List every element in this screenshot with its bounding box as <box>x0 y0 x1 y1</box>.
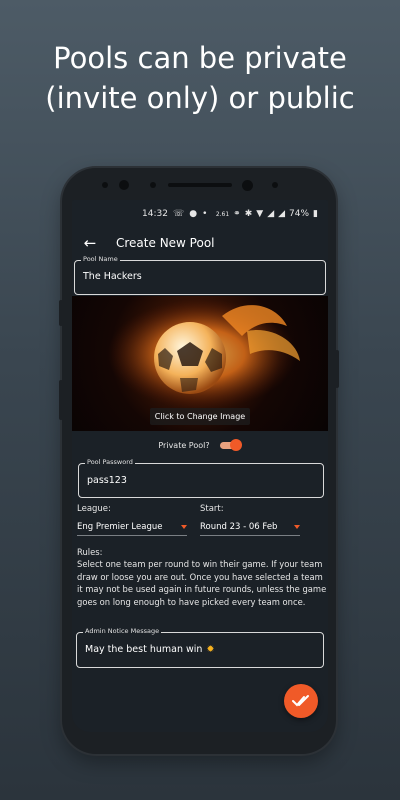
bluetooth-icon: ✱ <box>244 209 253 219</box>
sensor-3 <box>272 182 278 188</box>
save-pool-button[interactable] <box>284 684 318 718</box>
admin-notice-value: May the best human win <box>85 644 203 655</box>
toggle-knob <box>229 439 242 451</box>
admin-notice-field[interactable]: Admin Notice Message May the best human … <box>76 627 324 668</box>
rules-text: Select one team per round to win their g… <box>77 559 327 607</box>
change-image-button[interactable]: Click to Change Image <box>150 408 250 425</box>
promo-line-2: (invite only) or public <box>45 81 355 115</box>
pool-name-value: The Hackers <box>83 271 142 282</box>
data-speed-icon: 2.61 <box>215 210 230 218</box>
pool-password-field[interactable]: Pool Password pass123 <box>78 458 324 498</box>
pool-name-label: Pool Name <box>81 255 120 263</box>
pool-image[interactable]: Click to Change Image <box>72 296 328 431</box>
arrow-left-icon[interactable]: ← <box>72 234 108 252</box>
front-camera <box>119 180 129 190</box>
league-select[interactable]: Eng Premier League <box>77 522 187 536</box>
admin-notice-row: May the best human win ✹ <box>85 644 214 655</box>
pokeball-icon: ● <box>189 209 198 219</box>
speaker-grille <box>168 183 232 187</box>
sensor <box>102 182 108 188</box>
double-check-icon <box>292 695 309 707</box>
promo-line-1: Pools can be private <box>53 41 347 75</box>
rules-label: Rules: <box>77 547 103 557</box>
key-icon: ⚭ <box>233 209 241 219</box>
volume-button <box>59 300 63 326</box>
start-value: Round 23 - 06 Feb <box>200 522 278 532</box>
chevron-down-icon-2 <box>294 525 300 529</box>
private-pool-label: Private Pool? <box>158 440 210 450</box>
battery-percent: 74% <box>289 209 310 219</box>
private-pool-row: Private Pool? <box>72 437 328 453</box>
wifi-icon: ▼ <box>256 209 264 219</box>
dot-icon: • <box>202 209 208 219</box>
sensor-2 <box>150 182 156 188</box>
league-value: Eng Premier League <box>77 522 163 532</box>
whatsapp-icon: ☏ <box>172 209 185 219</box>
promo-headline: Pools can be private (invite only) or pu… <box>0 38 400 118</box>
power-button <box>335 350 339 388</box>
chevron-down-icon <box>181 525 187 529</box>
app-bar: ← Create New Pool <box>72 228 328 258</box>
status-time: 14:32 <box>142 209 168 219</box>
front-camera-2 <box>242 180 253 191</box>
app-screen: 14:32 ☏ ● • 2.61 ⚭ ✱ ▼ ◢ ◢ 74% ▮ ← Creat… <box>72 200 328 732</box>
signal-icon-2: ◢ <box>278 209 286 219</box>
start-select[interactable]: Round 23 - 06 Feb <box>200 522 300 536</box>
explosion-emoji-icon: ✹ <box>206 644 215 655</box>
league-label: League: <box>77 504 111 514</box>
status-bar: 14:32 ☏ ● • 2.61 ⚭ ✱ ▼ ◢ ◢ 74% ▮ <box>72 200 328 228</box>
start-label: Start: <box>200 504 224 514</box>
pool-password-value: pass123 <box>87 475 127 486</box>
private-pool-toggle[interactable] <box>218 439 242 451</box>
rules-section: Rules: Select one team per round to win … <box>77 546 327 608</box>
battery-icon: ▮ <box>313 209 318 219</box>
volume-button-2 <box>59 380 63 420</box>
page-title: Create New Pool <box>116 236 215 250</box>
pool-name-field[interactable]: Pool Name The Hackers <box>74 255 326 295</box>
signal-icon: ◢ <box>267 209 275 219</box>
pool-password-label: Pool Password <box>85 458 135 466</box>
admin-notice-label: Admin Notice Message <box>83 627 162 635</box>
